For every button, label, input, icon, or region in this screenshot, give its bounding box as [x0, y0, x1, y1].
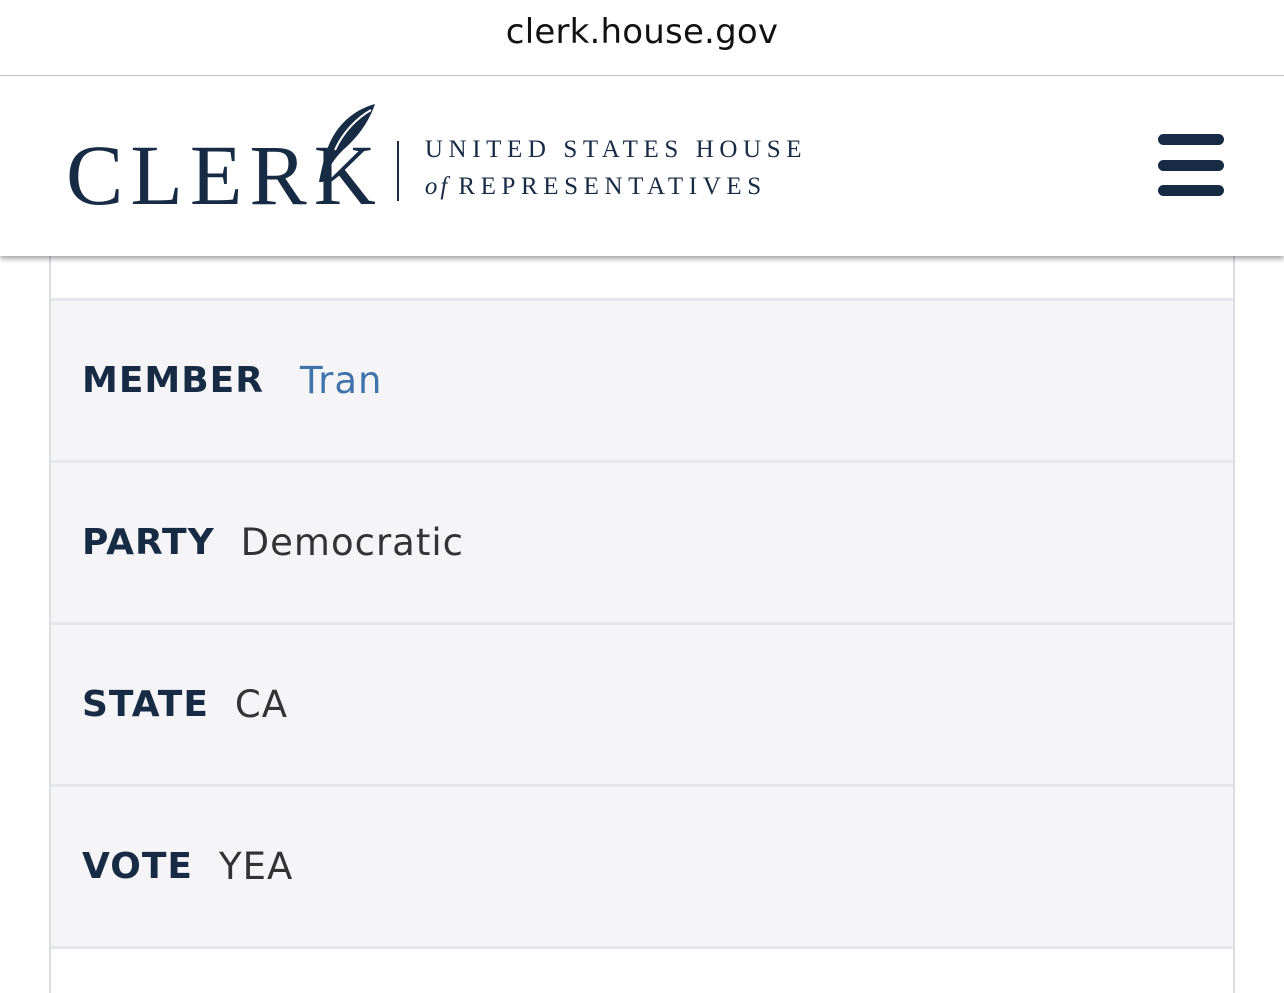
record-row-member: MEMBER Tran	[51, 301, 1233, 463]
quill-icon	[318, 104, 375, 182]
site-header: CLERK UNITED STATES HOUSE of REPRESENTATI…	[0, 76, 1284, 256]
logo-representatives-text: REPRESENTATIVES	[458, 173, 767, 200]
menu-bar-top	[1158, 134, 1224, 145]
logo-subtitle-line1: UNITED STATES HOUSE	[424, 136, 808, 163]
party-value: Democratic	[240, 521, 464, 564]
logo-of-text: of	[424, 173, 451, 200]
card-bottom-spacer	[51, 949, 1233, 989]
vote-record-card: MEMBER Tran PARTY Democratic STATE CA VO…	[49, 256, 1235, 993]
member-label: MEMBER	[82, 360, 264, 401]
menu-bar-middle	[1158, 160, 1224, 171]
menu-bar-bottom	[1158, 185, 1224, 196]
record-row-vote: VOTE YEA	[51, 787, 1233, 949]
state-value: CA	[234, 683, 289, 726]
record-row-party: PARTY Democratic	[51, 463, 1233, 625]
vote-label: VOTE	[82, 846, 193, 887]
vote-value: YEA	[218, 845, 294, 888]
hamburger-menu-icon[interactable]	[1158, 134, 1224, 198]
card-top-spacer	[51, 256, 1233, 301]
clerk-logo[interactable]: CLERK UNITED STATES HOUSE of REPRESENTATI…	[66, 104, 807, 218]
logo-wordmark: CLERK	[66, 104, 383, 218]
state-label: STATE	[82, 684, 209, 725]
party-label: PARTY	[82, 522, 215, 563]
member-link[interactable]: Tran	[300, 359, 383, 402]
record-row-state: STATE CA	[51, 625, 1233, 787]
url-text[interactable]: clerk.house.gov	[506, 12, 778, 52]
browser-address-bar[interactable]: clerk.house.gov	[0, 0, 1284, 76]
logo-subtitle: UNITED STATES HOUSE of REPRESENTATIVES	[425, 137, 807, 199]
logo-divider	[396, 141, 399, 201]
logo-subtitle-line2: of REPRESENTATIVES	[425, 174, 807, 199]
